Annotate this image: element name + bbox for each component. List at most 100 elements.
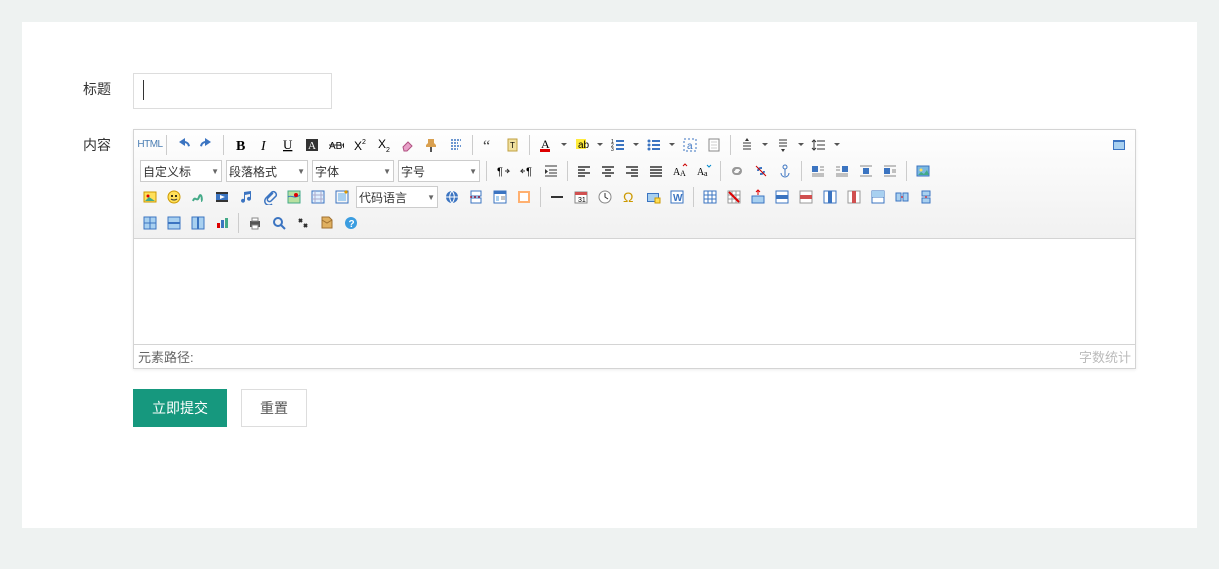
wordimage-icon[interactable]: W	[666, 186, 688, 208]
rich-editor: HTML B I U A ABC X2 X2 “ T A ab 123	[133, 129, 1136, 369]
merge-down-icon[interactable]	[915, 186, 937, 208]
merge-cells-icon[interactable]	[867, 186, 889, 208]
unordered-list-dropdown-icon[interactable]	[667, 134, 677, 156]
forecolor-dropdown-icon[interactable]	[559, 134, 569, 156]
font-family-dropdown[interactable]: 字体▼	[312, 160, 394, 182]
bold-icon[interactable]: B	[229, 134, 251, 156]
insert-frame-icon[interactable]	[331, 186, 353, 208]
insert-paragraph-before-icon[interactable]	[747, 186, 769, 208]
wordcount-label[interactable]: 字数统计	[1079, 347, 1131, 366]
align-center-icon[interactable]	[597, 160, 619, 182]
snapscreen-icon[interactable]	[642, 186, 664, 208]
fullscreen-icon[interactable]	[1108, 134, 1130, 156]
unordered-list-icon[interactable]	[643, 134, 665, 156]
ordered-list-dropdown-icon[interactable]	[631, 134, 641, 156]
img-left-icon[interactable]	[807, 160, 829, 182]
help-icon[interactable]: ?	[340, 212, 362, 234]
link-icon[interactable]	[726, 160, 748, 182]
selectall-icon[interactable]: a	[679, 134, 701, 156]
italic-icon[interactable]: I	[253, 134, 275, 156]
preview-icon[interactable]	[268, 212, 290, 234]
eraser-icon[interactable]	[397, 134, 419, 156]
template-icon[interactable]	[489, 186, 511, 208]
rowspacing-top-dropdown-icon[interactable]	[760, 134, 770, 156]
custom-title-dropdown[interactable]: 自定义标▼	[140, 160, 222, 182]
img-right-icon[interactable]	[831, 160, 853, 182]
delete-row-icon[interactable]	[795, 186, 817, 208]
print-icon[interactable]	[244, 212, 266, 234]
autotypeset-icon[interactable]	[445, 134, 467, 156]
drafts-icon[interactable]	[316, 212, 338, 234]
ltr-icon[interactable]: ¶	[492, 160, 514, 182]
subscript-icon[interactable]: X2	[373, 134, 395, 156]
lineheight-dropdown-icon[interactable]	[832, 134, 842, 156]
insert-image-icon[interactable]	[912, 160, 934, 182]
touppercase-icon[interactable]: AA	[669, 160, 691, 182]
forecolor-icon[interactable]: A	[535, 134, 557, 156]
split-cols-icon[interactable]	[187, 212, 209, 234]
undo-icon[interactable]	[172, 134, 194, 156]
insert-row-icon[interactable]	[771, 186, 793, 208]
music-icon[interactable]	[235, 186, 257, 208]
charts-icon[interactable]	[211, 212, 233, 234]
img-none-icon[interactable]	[879, 160, 901, 182]
svg-text:X: X	[354, 139, 362, 153]
svg-text:ab: ab	[578, 140, 590, 151]
background-icon[interactable]	[513, 186, 535, 208]
delete-col-icon[interactable]	[843, 186, 865, 208]
source-html-icon[interactable]: HTML	[139, 134, 161, 156]
scrawl-icon[interactable]	[187, 186, 209, 208]
gmap-icon[interactable]	[307, 186, 329, 208]
underline-icon[interactable]: U	[277, 134, 299, 156]
backcolor-icon[interactable]: ab	[571, 134, 593, 156]
time-icon[interactable]	[594, 186, 616, 208]
attachment-icon[interactable]	[259, 186, 281, 208]
delete-table-icon[interactable]	[723, 186, 745, 208]
lineheight-icon[interactable]	[808, 134, 830, 156]
unlink-icon[interactable]	[750, 160, 772, 182]
strikethrough-icon[interactable]: ABC	[325, 134, 347, 156]
reset-button[interactable]: 重置	[241, 389, 307, 427]
title-input[interactable]	[133, 73, 332, 109]
paragraph-dropdown[interactable]: 段落格式▼	[226, 160, 308, 182]
fontborder-icon[interactable]: A	[301, 134, 323, 156]
backcolor-dropdown-icon[interactable]	[595, 134, 605, 156]
pagebreak-icon[interactable]	[465, 186, 487, 208]
rowspacing-bottom-icon[interactable]	[772, 134, 794, 156]
align-left-icon[interactable]	[573, 160, 595, 182]
align-right-icon[interactable]	[621, 160, 643, 182]
map-icon[interactable]	[283, 186, 305, 208]
pasteplain-icon[interactable]: T	[502, 134, 524, 156]
merge-right-icon[interactable]	[891, 186, 913, 208]
tolowercase-icon[interactable]: Aa	[693, 160, 715, 182]
spechars-icon[interactable]: Ω	[618, 186, 640, 208]
align-justify-icon[interactable]	[645, 160, 667, 182]
insert-col-icon[interactable]	[819, 186, 841, 208]
webapp-icon[interactable]	[441, 186, 463, 208]
redo-icon[interactable]	[196, 134, 218, 156]
ordered-list-icon[interactable]: 123	[607, 134, 629, 156]
rtl-icon[interactable]: ¶	[516, 160, 538, 182]
anchor-icon[interactable]	[774, 160, 796, 182]
superscript-icon[interactable]: X2	[349, 134, 371, 156]
blockquote-icon[interactable]: “	[478, 134, 500, 156]
code-lang-dropdown[interactable]: 代码语言▼	[356, 186, 438, 208]
date-icon[interactable]: 31	[570, 186, 592, 208]
searchreplace-icon[interactable]	[292, 212, 314, 234]
rowspacing-top-icon[interactable]	[736, 134, 758, 156]
img-center-icon[interactable]	[855, 160, 877, 182]
single-image-icon[interactable]	[139, 186, 161, 208]
emotion-icon[interactable]	[163, 186, 185, 208]
rowspacing-bottom-dropdown-icon[interactable]	[796, 134, 806, 156]
split-cells-icon[interactable]	[139, 212, 161, 234]
horizontal-rule-icon[interactable]	[546, 186, 568, 208]
cleardoc-icon[interactable]	[703, 134, 725, 156]
format-brush-icon[interactable]	[421, 134, 443, 156]
font-size-dropdown[interactable]: 字号▼	[398, 160, 480, 182]
split-rows-icon[interactable]	[163, 212, 185, 234]
indent-icon[interactable]	[540, 160, 562, 182]
editor-body[interactable]	[134, 239, 1135, 344]
insert-table-icon[interactable]	[699, 186, 721, 208]
video-icon[interactable]	[211, 186, 233, 208]
submit-button[interactable]: 立即提交	[133, 389, 227, 427]
